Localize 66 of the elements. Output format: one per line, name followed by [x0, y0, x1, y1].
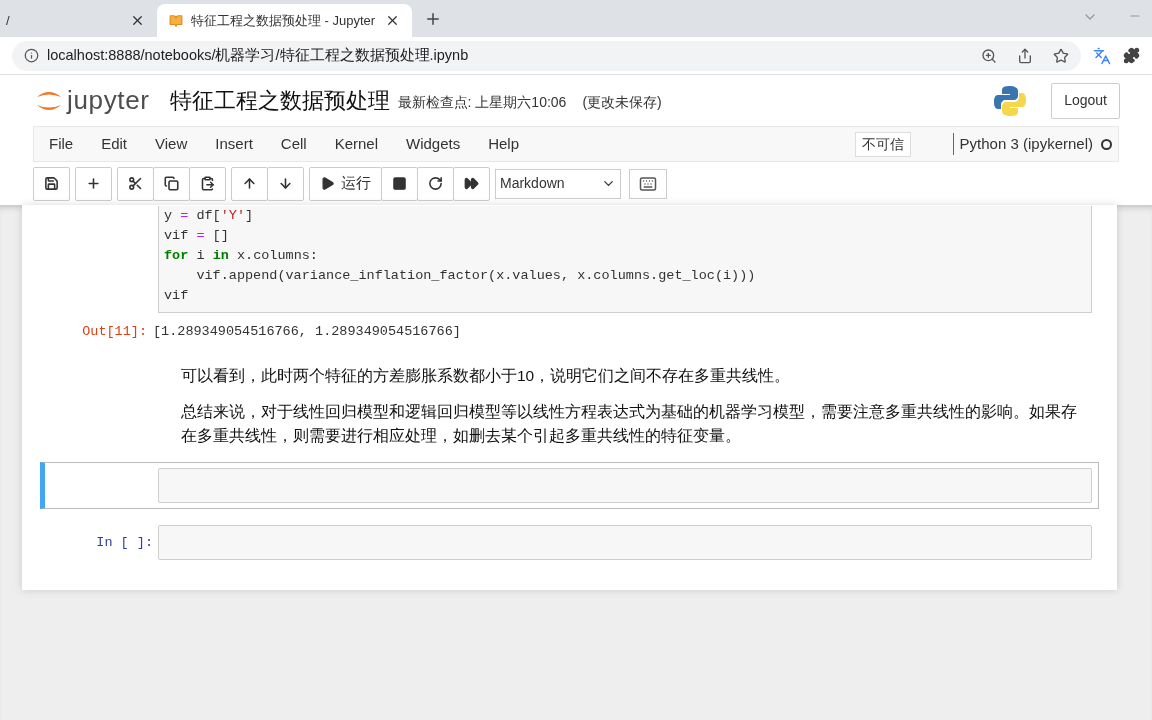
menu-item[interactable]: Help [474, 132, 534, 156]
toolbar-button[interactable] [33, 166, 70, 201]
zoom-icon[interactable] [981, 47, 997, 64]
toolbar-button[interactable] [453, 166, 490, 201]
input-cell[interactable] [158, 468, 1092, 504]
output-text: [1.289349054516766, 1.289349054516766] [153, 323, 461, 341]
fast-forward-icon [464, 176, 479, 191]
star-icon[interactable] [1053, 47, 1069, 64]
plus-icon [86, 176, 101, 191]
url-text: localhost:8888/notebooks/机器学习/特征工程之数据预处理.ipynb [47, 45, 470, 65]
code-line: y = df['Y'] [164, 207, 255, 225]
browser-tab[interactable]: 特征工程之数据预处理 - Jupyter [157, 4, 412, 37]
code-line: vif [164, 287, 190, 305]
menu-item[interactable]: Edit [87, 132, 142, 156]
menu-item[interactable]: Cell [266, 132, 321, 156]
tab-title: / [6, 11, 11, 30]
jupyter-wordmark: jupyter [67, 84, 150, 117]
code-line: vif.append(variance_inflation_factor(x.values, x.columns.get_loc(i))) [195, 267, 757, 285]
toolbar-button[interactable] [381, 166, 418, 201]
notebook-title[interactable]: 特征工程之数据预处理 [169, 84, 390, 117]
arrow-down-icon [278, 176, 293, 191]
browser-tab[interactable]: / [0, 4, 157, 37]
extension-icon[interactable] [1123, 47, 1140, 64]
python-logo-icon [993, 83, 1028, 118]
menu-item[interactable]: File [49, 132, 88, 156]
share-icon[interactable] [1017, 47, 1033, 64]
restart-icon [428, 176, 443, 191]
tab-title: 特征工程之数据预处理 - Jupyter [191, 11, 377, 30]
stop-icon [392, 176, 407, 191]
toolbar-button[interactable] [189, 166, 226, 201]
kernel-name: Python 3 (ipykernel) [959, 133, 1093, 154]
cell-type-select[interactable]: Markdown [495, 168, 621, 199]
notebook-icon [169, 13, 183, 28]
code-cell[interactable]: y = df['Y'] vif = [] for i in x.columns: vif.append(variance_inflation_factor(x.values, x.columns.get_loc(i))) vif [158, 206, 1092, 313]
trust-indicator[interactable]: 不可信 [854, 131, 911, 157]
command-palette-button[interactable] [629, 168, 667, 199]
save-icon [44, 176, 59, 191]
input-prompt: In [ ]: [96, 533, 153, 552]
code-line: vif = [] [164, 227, 230, 245]
menu-item[interactable]: Insert [201, 132, 267, 156]
menu-item[interactable]: Widgets [392, 132, 475, 156]
code-line: for i in x.columns: [164, 247, 319, 265]
paste-icon [200, 176, 215, 191]
markdown-paragraph: 总结来说，对于线性回归模型和逻辑回归模型等以线性方程表达式为基础的机器学习模型，需要注意多重共线性的影响。如果存在多重共线性，则需要进行相应处理，如删去某个引起多重共线性的特征变量。 [181, 402, 1078, 447]
play-icon [320, 176, 335, 191]
toolbar-button[interactable]: 运行 [309, 166, 382, 201]
info-icon [24, 48, 39, 63]
output-prompt: Out[11]: [81, 323, 148, 341]
toolbar-button[interactable] [417, 166, 454, 201]
menu-item[interactable]: Kernel [320, 132, 392, 156]
copy-icon [164, 176, 179, 191]
address-bar[interactable]: localhost:8888/notebooks/机器学习/特征工程之数据预处理.ipynb [12, 40, 1081, 71]
checkpoint-text: 最新检查点: 上星期六10:06 [397, 93, 567, 112]
menu-item[interactable]: View [141, 132, 202, 156]
close-icon[interactable] [130, 13, 145, 28]
keyboard-icon [639, 174, 657, 193]
translate-icon[interactable] [1093, 46, 1111, 65]
markdown-paragraph: 可以看到，此时两个特征的方差膨胀系数都小于10，说明它们之间不存在多重共线性。 [181, 366, 792, 387]
save-status: (更改未保存) [582, 93, 662, 112]
logout-button[interactable]: Logout [1051, 82, 1120, 119]
toolbar-button[interactable] [153, 166, 190, 201]
scissors-icon [128, 176, 143, 191]
close-icon[interactable] [385, 13, 400, 28]
toolbar-button[interactable] [117, 166, 154, 201]
new-tab-icon[interactable] [424, 10, 442, 28]
input-cell[interactable] [158, 525, 1092, 561]
